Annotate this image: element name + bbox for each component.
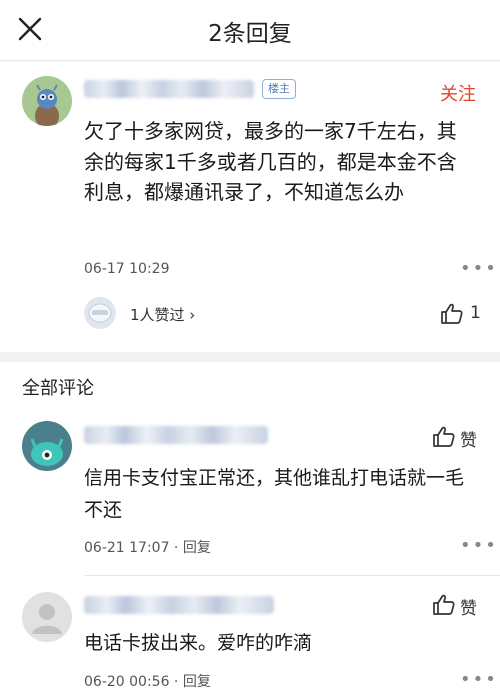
post-text: 欠了十多家网贷，最多的一家7千左右，其余的每家1千多或者几百的，都是本金不含利息… [84, 119, 457, 204]
commenter-name-blurred[interactable] [84, 596, 274, 614]
comment-meta[interactable]: 06-20 00:56 · 回复 [84, 671, 211, 691]
all-comments-title: 全部评论 [22, 378, 94, 399]
page-title: 2条回复 [208, 21, 292, 47]
thumbs-up-icon[interactable] [432, 593, 456, 617]
commenter-avatar[interactable] [22, 421, 72, 471]
comment-meta[interactable]: 06-21 17:07 · 回复 [84, 537, 211, 557]
post-like-count: 1 [470, 303, 481, 323]
commenter-name-blurred[interactable] [84, 426, 268, 444]
comment-divider [84, 575, 500, 576]
liker-avatar[interactable] [84, 297, 116, 329]
post-time: 06-17 10:29 [84, 261, 170, 277]
thumbs-up-icon[interactable] [440, 302, 464, 326]
author-name-blurred[interactable] [84, 80, 254, 98]
section-separator [0, 352, 500, 362]
comment-like-label[interactable]: 赞 [460, 594, 477, 619]
header-divider [0, 60, 500, 61]
follow-button[interactable]: 关注 [440, 80, 476, 106]
comment-text: 电话卡拔出来。爱咋的咋滴 [84, 632, 313, 654]
op-badge: 楼主 [262, 79, 296, 99]
author-avatar[interactable] [22, 76, 72, 126]
comment-like-label[interactable]: 赞 [460, 426, 477, 451]
commenter-avatar[interactable] [22, 592, 72, 642]
more-dots-icon[interactable]: ••• [460, 669, 498, 690]
comment-text: 信用卡支付宝正常还，其他谁乱打电话就一毛不还 [84, 467, 465, 521]
more-dots-icon[interactable]: ••• [460, 535, 498, 556]
likers-link[interactable]: 1人赞过 › [130, 304, 195, 325]
thumbs-up-icon[interactable] [432, 425, 456, 449]
more-dots-icon[interactable]: ••• [460, 258, 498, 279]
